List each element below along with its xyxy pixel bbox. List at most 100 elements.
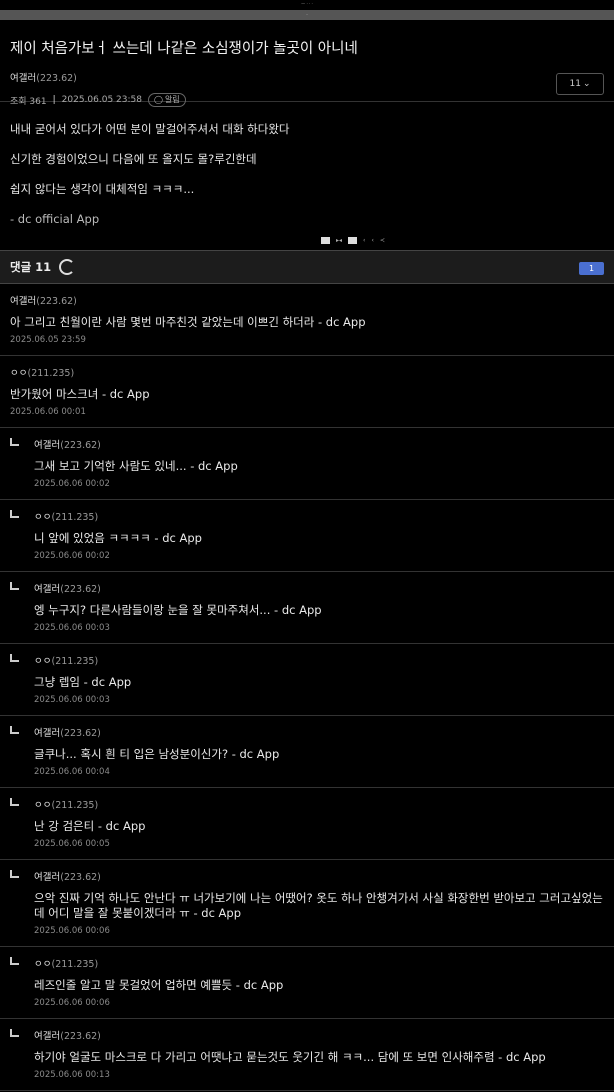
reply-comment[interactable]: ㅇㅇ(211.235) 난 강 검은티 - dc App 2025.06.06 00… — [0, 788, 614, 860]
comment-date: 2025.06.06 00:04 — [34, 767, 110, 777]
comment-text: 니 앞에 있었음 ㅋㅋㅋㅋ - dc App — [34, 531, 202, 545]
comment-ip: (211.235) — [51, 656, 99, 667]
menu-icon[interactable]: ‹ — [363, 237, 365, 244]
post-tools: ▸◂ ‹ ‹ ≺ — [321, 237, 385, 244]
post-title: 제이 처음가보ㅓ 쓰는데 나같은 소심쟁이가 놀곳이 아니네 — [10, 41, 358, 57]
reply-comment[interactable]: ㅇㅇ(211.235) 니 앞에 있었음 ㅋㅋㅋㅋ - dc App 2025.06… — [0, 500, 614, 572]
comment-ip: (223.62) — [60, 584, 101, 595]
comment-nick: ㅇㅇ — [34, 800, 52, 811]
comment-page-badge[interactable]: 1 — [579, 262, 604, 275]
comment-ip: (211.235) — [51, 800, 99, 811]
reply-arrow-icon — [10, 957, 19, 965]
scrap-icon[interactable]: ≺ — [380, 237, 385, 244]
comment-author[interactable]: ㅇㅇ(211.235) — [34, 500, 604, 523]
comment-author[interactable]: 여갤러(223.62) — [34, 1019, 604, 1042]
chevron-down-icon: ⌄ — [582, 79, 591, 89]
comment-text: 아 그리고 친월이란 사람 몇번 마주친것 같았는데 이쁘긴 하더라 - dc … — [10, 315, 366, 329]
comment-ip: (211.235) — [27, 368, 75, 379]
comment-author[interactable]: ㅇㅇ(211.235) — [34, 788, 604, 811]
post-paragraph: 내내 굳어서 있다가 어떤 분이 말걸어주셔서 대화 하다왔다 — [10, 122, 290, 136]
comment-author[interactable]: 여갤러(223.62) — [34, 572, 604, 595]
comment-author[interactable]: ㅇㅇ(211.235) — [34, 947, 604, 970]
reply-arrow-icon — [10, 1029, 19, 1037]
post-body: 내내 굳어서 있다가 어떤 분이 말걸어주셔서 대화 하다왔다 신기한 경험이었… — [0, 102, 614, 250]
comment-date: 2025.06.06 00:03 — [34, 695, 110, 705]
comment-nick: 여갤러 — [34, 728, 61, 739]
reply-arrow-icon — [10, 798, 19, 806]
comment-nick: 여갤러 — [34, 872, 61, 883]
comment-ip: (211.235) — [51, 959, 99, 970]
reply-arrow-icon — [10, 726, 19, 734]
post-author[interactable]: 여갤러(223.62) — [10, 70, 604, 84]
reply-comment[interactable]: ㅇㅇ(211.235) 그냥 렙임 - dc App 2025.06.06 00:0… — [0, 644, 614, 716]
comment-author[interactable]: 여갤러(223.62) — [34, 428, 604, 451]
comment-date: 2025.06.06 00:02 — [34, 551, 110, 561]
comment-author[interactable]: 여갤러(223.62) — [34, 860, 604, 883]
comment-author[interactable]: 여갤러(223.62) — [10, 284, 604, 307]
status-bar: — · · · · — [0, 0, 614, 22]
post-paragraph: 신기한 경험이었으니 다음에 또 올지도 몰?루긴한데 — [10, 152, 257, 166]
post-paragraph: 쉽지 않다는 생각이 대체적임 ㅋㅋㅋ... — [10, 182, 195, 196]
author-ip: (223.62) — [36, 73, 77, 84]
comment-text: 엥 누구지? 다른사람들이랑 눈을 잘 못마주쳐서... - dc App — [34, 603, 322, 617]
comment-date: 2025.06.06 00:13 — [34, 1070, 110, 1080]
comment-nick: ㅇㅇ — [34, 512, 52, 523]
reply-arrow-icon — [10, 870, 19, 878]
comment-nick: 여갤러 — [10, 296, 37, 307]
refresh-icon[interactable] — [59, 259, 76, 275]
comment-text: 글쿠나... 혹시 흰 티 입은 남성분이신가? - dc App — [34, 747, 280, 761]
reply-arrow-icon — [10, 438, 19, 446]
post-signature: - dc official App — [10, 212, 100, 226]
comment-ip: (223.62) — [60, 728, 101, 739]
comment-nick: 여갤러 — [34, 584, 61, 595]
comment-text: 반가웠어 마스크녀 - dc App — [10, 387, 150, 401]
page-select-value: 11 — [569, 79, 581, 89]
top-strip: · — [0, 10, 614, 20]
reply-comment[interactable]: 여갤러(223.62) 하기야 얼굴도 마스크로 다 가리고 어땟냐고 묻는것도 … — [0, 1019, 614, 1091]
comment-date: 2025.06.06 00:01 — [10, 407, 86, 417]
comment-text: 으악 진짜 기억 하나도 안난다 ㅠ 너가보기에 나는 어땠어? 옷도 하나 안… — [34, 891, 603, 920]
comment-text: 그새 보고 기억한 사람도 있네... - dc App — [34, 459, 238, 473]
comment-page-select[interactable]: 11 ⌄ — [556, 73, 604, 95]
reply-comment[interactable]: 여갤러(223.62) 그새 보고 기억한 사람도 있네... - dc App 2… — [0, 428, 614, 500]
reply-arrow-icon — [10, 582, 19, 590]
comment-ip: (223.62) — [60, 440, 101, 451]
post-header: 제이 처음가보ㅓ 쓰는데 나같은 소심쟁이가 놀곳이 아니네 여갤러(223.6… — [0, 22, 614, 107]
comment-nick: 여갤러 — [34, 440, 61, 451]
comment-nick: ㅇㅇ — [34, 656, 52, 667]
comment-author[interactable]: ㅇㅇ(211.235) — [10, 356, 604, 379]
comment-date: 2025.06.06 00:03 — [34, 623, 110, 633]
comment-author[interactable]: ㅇㅇ(211.235) — [34, 644, 604, 667]
recommend-icon[interactable] — [321, 237, 330, 244]
comment-date: 2025.06.06 00:06 — [34, 998, 110, 1008]
reply-comment[interactable]: ㅇㅇ(211.235) 레즈인줄 알고 말 못걸었어 업하면 예쁠듯 - dc A… — [0, 947, 614, 1019]
share-icon[interactable] — [348, 237, 358, 244]
comment-ip: (211.235) — [51, 512, 99, 523]
comment[interactable]: 여갤러(223.62) 아 그리고 친월이란 사람 몇번 마주친것 같았는데 이쁘… — [0, 284, 614, 356]
reply-comment[interactable]: 여갤러(223.62) 으악 진짜 기억 하나도 안난다 ㅠ 너가보기에 나는 어… — [0, 860, 614, 947]
comment[interactable]: ㅇㅇ(211.235) 반가웠어 마스크녀 - dc App 2025.06.06 … — [0, 356, 614, 428]
comment-author[interactable]: 여갤러(223.62) — [34, 716, 604, 739]
comment-ip: (223.62) — [60, 872, 101, 883]
comment-header: 댓글 11 1 — [0, 250, 614, 284]
reply-comment[interactable]: 여갤러(223.62) 글쿠나... 혹시 흰 티 입은 남성분이신가? - dc… — [0, 716, 614, 788]
reply-arrow-icon — [10, 654, 19, 662]
comment-text: 레즈인줄 알고 말 못걸었어 업하면 예쁠듯 - dc App — [34, 978, 284, 992]
comment-date: 2025.06.06 00:06 — [34, 926, 110, 936]
comment-ip: (223.62) — [60, 1031, 101, 1042]
comment-text: 하기야 얼굴도 마스크로 다 가리고 어땟냐고 묻는것도 웃기긴 해 ㅋㅋ...… — [34, 1050, 546, 1064]
comment-text: 난 강 검은티 - dc App — [34, 819, 146, 833]
comment-date: 2025.06.06 00:05 — [34, 839, 110, 849]
comment-date: 2025.06.05 23:59 — [10, 335, 86, 345]
comment-count-label: 댓글 11 — [10, 260, 52, 274]
reply-comment[interactable]: 여갤러(223.62) 엥 누구지? 다른사람들이랑 눈을 잘 못마주쳐서... … — [0, 572, 614, 644]
comment-nick: 여갤러 — [34, 1031, 61, 1042]
link-icon[interactable]: ‹ — [371, 237, 373, 244]
reply-arrow-icon — [10, 510, 19, 518]
comment-text: 그냥 렙임 - dc App — [34, 675, 132, 689]
author-nick: 여갤러 — [10, 73, 37, 84]
comment-nick: ㅇㅇ — [10, 368, 28, 379]
tool-icon[interactable]: ▸◂ — [336, 237, 342, 244]
status-text: — · · · — [301, 1, 313, 6]
comment-nick: ㅇㅇ — [34, 959, 52, 970]
